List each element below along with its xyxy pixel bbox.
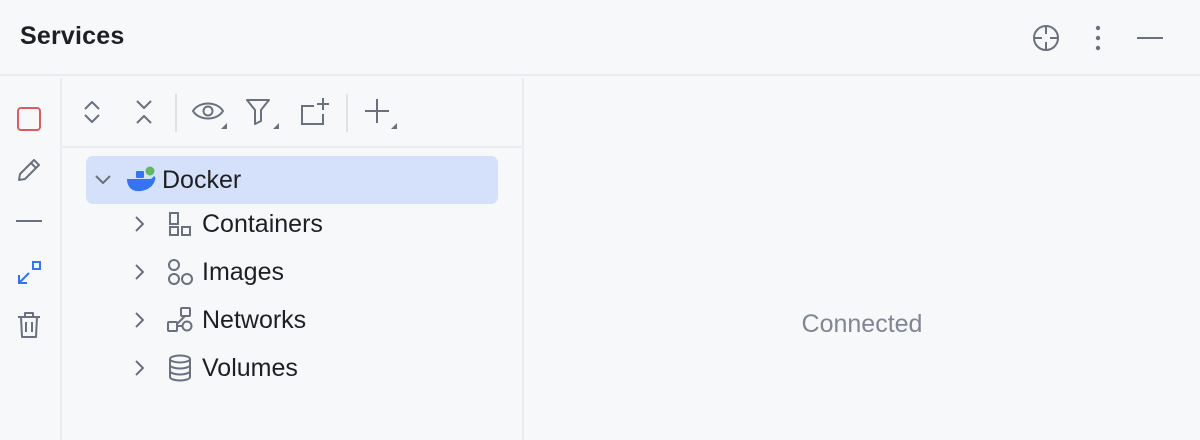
stop-icon bbox=[16, 106, 42, 132]
delete-icon bbox=[15, 310, 43, 340]
tree-node-label: Volumes bbox=[202, 354, 298, 382]
add-service-button[interactable] bbox=[362, 94, 398, 130]
filter-button[interactable] bbox=[244, 94, 280, 130]
toolbar-separator bbox=[175, 94, 177, 132]
locate-button[interactable] bbox=[1028, 20, 1064, 56]
remove-button[interactable] bbox=[12, 204, 46, 238]
hide-tool-window-button[interactable] bbox=[1132, 20, 1168, 56]
edit-icon bbox=[15, 156, 43, 184]
tree-node-label: Images bbox=[202, 258, 284, 286]
edit-button[interactable] bbox=[12, 153, 46, 187]
more-options-button[interactable] bbox=[1080, 20, 1116, 56]
show-options-button[interactable] bbox=[191, 94, 229, 130]
services-tree-panel: Docker Containers Images Networks Volume… bbox=[62, 78, 524, 440]
expand-all-button[interactable] bbox=[74, 94, 110, 130]
delete-button[interactable] bbox=[12, 308, 46, 342]
new-group-button[interactable] bbox=[296, 94, 332, 130]
service-detail-panel: Connected bbox=[524, 78, 1200, 440]
chevron-right-icon[interactable] bbox=[126, 355, 152, 381]
tool-window-header: Services bbox=[0, 0, 1200, 76]
chevron-right-icon[interactable] bbox=[126, 307, 152, 333]
collapse-all-button[interactable] bbox=[126, 94, 162, 130]
images-icon bbox=[166, 258, 194, 286]
more-vertical-icon bbox=[1094, 25, 1102, 51]
containers-icon bbox=[166, 210, 194, 238]
chevron-right-icon[interactable] bbox=[126, 259, 152, 285]
chevron-right-icon[interactable] bbox=[126, 211, 152, 237]
stop-button[interactable] bbox=[12, 102, 46, 136]
tool-window-title: Services bbox=[20, 22, 125, 50]
locate-icon bbox=[1031, 23, 1061, 53]
restore-button[interactable] bbox=[12, 256, 46, 290]
volumes-icon bbox=[166, 354, 194, 382]
tree-node-label: Docker bbox=[162, 166, 242, 194]
status-indicator bbox=[145, 166, 155, 176]
tree-node-label: Networks bbox=[202, 306, 307, 334]
service-actions-bar bbox=[0, 78, 62, 440]
restore-icon bbox=[15, 259, 43, 287]
tree-node-docker[interactable]: Docker bbox=[86, 156, 498, 204]
show-icon bbox=[191, 95, 229, 129]
tree-node-label: Containers bbox=[202, 210, 323, 238]
tree-node-containers[interactable]: Containers bbox=[126, 200, 323, 248]
networks-icon bbox=[166, 306, 194, 334]
toolbar-separator bbox=[346, 94, 348, 132]
minus-icon bbox=[15, 219, 43, 223]
tree-node-volumes[interactable]: Volumes bbox=[126, 344, 298, 392]
chevron-down-icon[interactable] bbox=[90, 167, 116, 193]
add-icon bbox=[361, 95, 399, 129]
filter-icon bbox=[243, 95, 281, 129]
collapse-all-icon bbox=[133, 98, 155, 126]
expand-all-icon bbox=[81, 99, 103, 125]
tree-node-networks[interactable]: Networks bbox=[126, 296, 306, 344]
connection-status-text: Connected bbox=[801, 310, 923, 338]
minimize-icon bbox=[1136, 36, 1164, 40]
docker-icon bbox=[126, 166, 158, 194]
new-group-icon bbox=[297, 96, 331, 128]
tree-toolbar bbox=[62, 78, 522, 148]
tree-node-images[interactable]: Images bbox=[126, 248, 284, 296]
